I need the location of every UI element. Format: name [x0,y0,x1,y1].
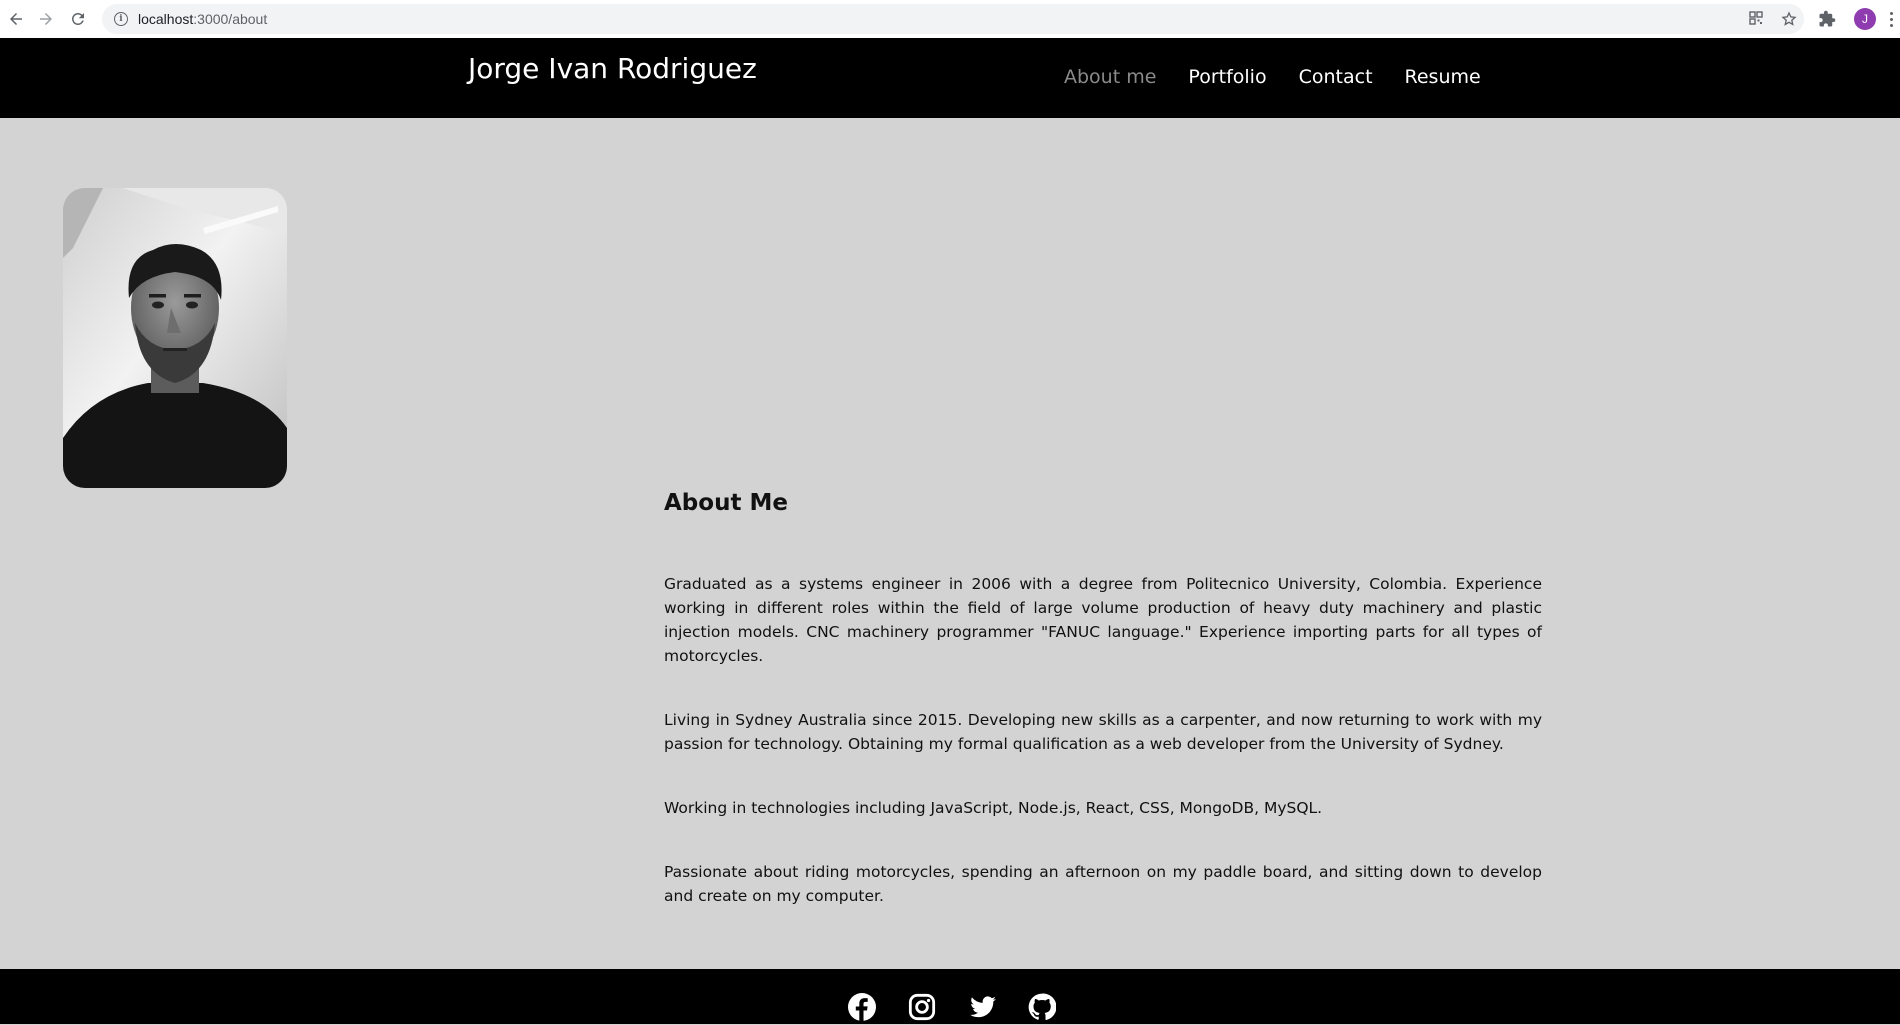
about-paragraph-hobbies: Passionate about riding motorcycles, spe… [664,863,1542,905]
back-arrow-icon[interactable] [0,3,32,35]
url-path: :3000/about [193,11,268,27]
forward-arrow-icon[interactable] [30,3,62,35]
nav-contact[interactable]: Contact [1299,66,1373,88]
profile-photo [63,188,287,488]
nav-resume[interactable]: Resume [1405,66,1481,88]
nav-about-me[interactable]: About me [1064,66,1156,88]
about-paragraph-technologies: Working in technologies including JavaSc… [664,799,1323,817]
twitter-icon[interactable] [968,993,996,1021]
facebook-icon[interactable] [848,993,876,1021]
profile-avatar[interactable]: J [1854,8,1876,30]
url-text[interactable]: localhost:3000/about [138,11,267,27]
puzzle-icon[interactable] [1818,10,1836,28]
main-nav: About me Portfolio Contact Resume [1064,66,1513,88]
info-icon[interactable]: i [114,12,128,26]
url-host: localhost [138,11,194,27]
star-icon[interactable] [1781,11,1797,27]
github-icon[interactable] [1028,993,1057,1021]
instagram-icon[interactable] [908,993,936,1021]
browser-toolbar: i localhost:3000/about J [0,0,1900,38]
site-title[interactable]: Jorge Ivan Rodriguez [468,52,757,85]
kebab-menu-icon[interactable] [1890,11,1894,27]
reload-icon[interactable] [62,3,94,35]
site-footer [0,969,1900,1024]
address-bar[interactable]: i localhost:3000/about [102,4,1804,34]
site-header: Jorge Ivan Rodriguez About me Portfolio … [0,38,1900,118]
about-text: Graduated as a systems engineer in 2006 … [664,572,1542,948]
social-links [848,993,1057,1021]
about-paragraph-sydney: Living in Sydney Australia since 2015. D… [664,711,1542,753]
about-heading: About Me [664,490,788,516]
qr-code-icon[interactable] [1748,11,1764,27]
nav-portfolio[interactable]: Portfolio [1188,66,1266,88]
about-paragraph-education: Graduated as a systems engineer in 2006 … [664,575,1542,665]
